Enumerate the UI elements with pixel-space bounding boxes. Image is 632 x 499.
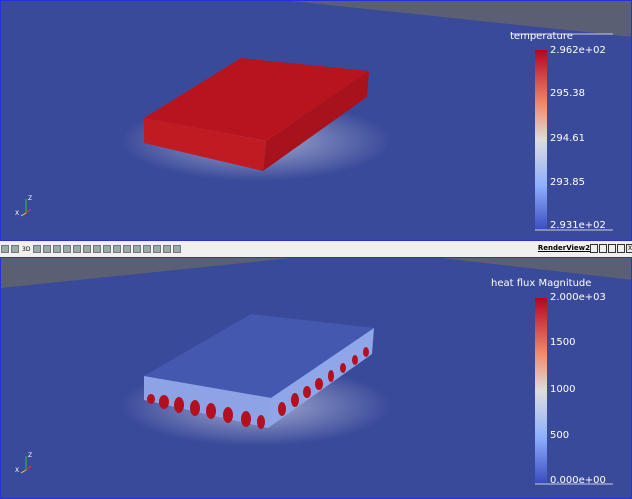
svg-text:Z: Z	[28, 452, 32, 459]
restore-button[interactable]	[617, 244, 625, 253]
colorbar-label: 500	[550, 430, 570, 441]
toolbar-icon[interactable]	[113, 245, 122, 253]
axis-z-label: Z	[28, 195, 32, 202]
toolbar-icon[interactable]	[73, 245, 82, 253]
toolbar-icon[interactable]	[83, 245, 92, 253]
view-toolbar: 3D RenderView2 X	[0, 241, 632, 257]
toolbar-icon[interactable]	[1, 245, 9, 253]
colorbar-label: 295.38	[550, 88, 585, 99]
toolbar-icon[interactable]	[63, 245, 72, 253]
toolbar-icon[interactable]	[33, 245, 42, 253]
colorbar-label: 0.000e+00	[550, 475, 606, 486]
toolbar-icon[interactable]	[43, 245, 52, 253]
toolbar-icon[interactable]	[143, 245, 152, 253]
help-icon[interactable]	[163, 245, 172, 253]
render-view-1[interactable]: Z X temperature 2.962e+02 295.38 294.61 …	[0, 0, 632, 241]
view-name-label[interactable]: RenderView2	[538, 244, 590, 252]
scene-heat-flux: Z X	[1, 258, 631, 485]
toolbar-icon[interactable]	[11, 245, 19, 253]
axis-x-label: X	[15, 210, 19, 217]
maximize-button[interactable]	[608, 244, 616, 253]
close-button[interactable]: X	[626, 244, 632, 253]
colorbar-label: 293.85	[550, 177, 585, 188]
colorbar-label: 2.962e+02	[550, 45, 606, 56]
toolbar-icon[interactable]	[133, 245, 142, 253]
render-view-2[interactable]: Z X heat flux Magnitude 2.000e+03 1500 1…	[0, 257, 632, 499]
split-horizontal-button[interactable]	[590, 244, 598, 253]
colorbar-label: 1000	[550, 384, 576, 395]
toolbar-icon[interactable]	[53, 245, 62, 253]
3d-toggle-button[interactable]: 3D	[22, 246, 30, 253]
svg-text:X: X	[15, 467, 19, 474]
colorbar-label: 1500	[550, 337, 576, 348]
colorbar-label: 2.931e+02	[550, 220, 606, 231]
split-vertical-button[interactable]	[599, 244, 607, 253]
toolbar-icon[interactable]	[93, 245, 102, 253]
colorbar-heat-flux	[535, 298, 547, 483]
colorbar-label: 2.000e+03	[550, 292, 606, 303]
colorbar-label: 294.61	[550, 133, 585, 144]
colorbar-title: temperature	[510, 31, 573, 42]
toolbar-icon[interactable]	[123, 245, 132, 253]
toolbar-icon[interactable]	[153, 245, 162, 253]
toolbar-icon[interactable]	[103, 245, 112, 253]
colorbar-temperature	[535, 50, 547, 230]
trash-icon[interactable]	[173, 245, 182, 253]
colorbar-title: heat flux Magnitude	[491, 278, 592, 289]
